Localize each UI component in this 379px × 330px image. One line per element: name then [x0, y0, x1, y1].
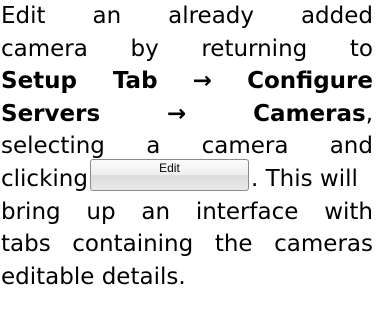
text-span: bring up an interface with	[1, 198, 373, 225]
text-span: selecting a camera and	[1, 133, 373, 160]
text-span: camera by returning to	[1, 35, 373, 62]
text-span: tabs containing the cameras	[1, 231, 373, 258]
text-line: Edit an already added	[1, 0, 373, 33]
text-span: clicking	[1, 165, 88, 192]
text-span: . This will	[250, 165, 358, 192]
instruction-paragraph: Edit an already added camera by returnin…	[1, 0, 373, 293]
arrow-icon: →	[167, 100, 187, 127]
text-line: selecting a camera and	[1, 130, 373, 163]
menu-path-setup-tab: Setup Tab	[1, 68, 158, 95]
text-span: editable details.	[1, 263, 186, 290]
text-line: bring up an interface with	[1, 196, 373, 229]
text-line: editable details.	[1, 261, 373, 294]
menu-path-configure: Configure	[247, 68, 373, 95]
text-line: clicking Edit. This will	[1, 159, 373, 196]
menu-path-servers: Servers	[1, 100, 101, 127]
edit-button[interactable]: Edit	[89, 159, 249, 192]
text-line: tabs containing the cameras	[1, 228, 373, 261]
text-span: Edit an already added	[1, 3, 373, 29]
arrow-icon: →	[192, 68, 212, 95]
text-line: Servers → Cameras,	[1, 98, 373, 131]
text-line: camera by returning to	[1, 33, 373, 66]
text-line: Setup Tab → Configure	[1, 65, 373, 98]
text-span: ,	[365, 100, 374, 127]
menu-path-cameras: Cameras	[253, 100, 366, 127]
